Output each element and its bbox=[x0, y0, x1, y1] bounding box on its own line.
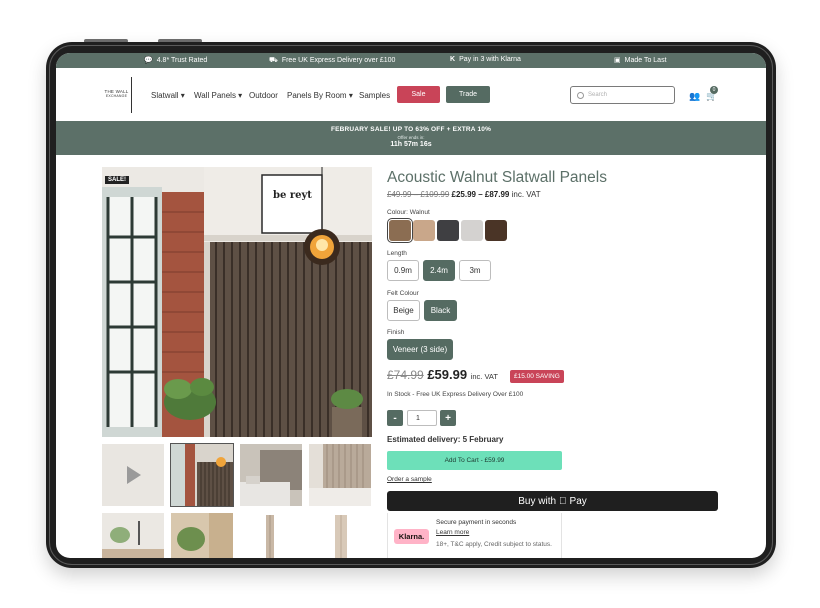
nav-panels-by-room[interactable]: Panels By Room ▾ bbox=[287, 91, 353, 100]
trade-button[interactable]: Trade bbox=[446, 86, 490, 103]
add-to-cart-button[interactable]: Add To Cart - £59.99 bbox=[387, 451, 562, 470]
cart-count-badge: 0 bbox=[710, 86, 718, 94]
nav-slatwall[interactable]: Slatwall ▾ bbox=[151, 91, 185, 100]
thumbnail-3[interactable] bbox=[240, 444, 302, 506]
uk-flag-icon: ▣ bbox=[614, 57, 621, 64]
swatch-oak[interactable] bbox=[413, 220, 435, 241]
quantity-input[interactable]: 1 bbox=[407, 410, 437, 426]
felt-label: Felt Colour bbox=[387, 290, 419, 297]
klarna-k-icon: K bbox=[450, 56, 456, 63]
swatch-dark-walnut[interactable] bbox=[485, 220, 507, 241]
price-range: £49.99 – £109.99 £25.99 – £87.99 inc. VA… bbox=[387, 190, 541, 199]
klarna-secure-text: Secure payment in seconds bbox=[436, 519, 517, 526]
apple-pay-button[interactable]: Buy with  Pay bbox=[387, 491, 718, 511]
felt-option-beige[interactable]: Beige bbox=[387, 300, 420, 321]
klarna-info[interactable]: K Pay in 3 with Klarna bbox=[450, 56, 521, 63]
klarna-learn-more-link[interactable]: Learn more bbox=[436, 529, 469, 536]
quantity-decrease-button[interactable]: - bbox=[387, 410, 403, 426]
trust-rating[interactable]: 💬 4.8* Trust Rated bbox=[144, 56, 207, 65]
delivery-info[interactable]: ⛟ Free UK Express Delivery over £100 bbox=[269, 56, 395, 65]
length-label: Length bbox=[387, 250, 407, 257]
thumbnail-video[interactable] bbox=[102, 444, 164, 506]
product-title: Acoustic Walnut Slatwall Panels bbox=[387, 169, 607, 186]
length-option-3m[interactable]: 3m bbox=[459, 260, 491, 281]
saving-badge: £15.00 SAVING bbox=[510, 370, 564, 383]
promo-sub: Offer ends in: bbox=[397, 135, 425, 140]
promo-timer: 11h 57m 16s bbox=[390, 141, 432, 148]
finish-option-veneer[interactable]: Veneer (3 side) bbox=[387, 339, 453, 360]
length-option-2-4m[interactable]: 2.4m bbox=[423, 260, 455, 281]
felt-option-black[interactable]: Black bbox=[424, 300, 457, 321]
promo-banner: FEBRUARY SALE! UP TO 63% OFF + EXTRA 10%… bbox=[56, 121, 766, 155]
site-logo[interactable]: THE WALL EXCHANGE bbox=[102, 77, 132, 113]
screen: 💬 4.8* Trust Rated ⛟ Free UK Express Del… bbox=[56, 53, 766, 558]
length-option-0-9m[interactable]: 0.9m bbox=[387, 260, 419, 281]
thumbnail-8[interactable] bbox=[309, 513, 371, 558]
truck-icon: ⛟ bbox=[269, 57, 278, 64]
nav-samples[interactable]: Samples bbox=[359, 91, 390, 100]
promo-headline: FEBRUARY SALE! UP TO 63% OFF + EXTRA 10% bbox=[330, 126, 492, 133]
thumbnail-2[interactable] bbox=[170, 443, 234, 507]
swatch-white[interactable] bbox=[461, 220, 483, 241]
poster-text: be reyt bbox=[273, 190, 312, 201]
klarna-logo: Klarna. bbox=[394, 529, 429, 544]
swatch-walnut[interactable] bbox=[387, 218, 413, 243]
klarna-terms: 18+, T&C apply, Credit subject to status… bbox=[436, 541, 552, 548]
estimated-delivery: Estimated delivery: 5 February bbox=[387, 435, 504, 444]
room-scene bbox=[102, 167, 372, 437]
account-icon[interactable]: 👥 bbox=[689, 91, 700, 102]
thumbnail-7[interactable] bbox=[240, 513, 302, 558]
play-icon bbox=[127, 466, 141, 484]
current-price: £74.99 £59.99 inc. VAT bbox=[387, 367, 498, 382]
finish-label: Finish bbox=[387, 329, 405, 336]
top-info-bar: 💬 4.8* Trust Rated ⛟ Free UK Express Del… bbox=[56, 53, 766, 68]
sale-tag: SALE! bbox=[105, 176, 129, 184]
main-product-image[interactable]: be reyt SALE! bbox=[102, 167, 372, 437]
thumbnail-6[interactable] bbox=[171, 513, 233, 558]
search-icon bbox=[577, 91, 584, 99]
order-sample-link[interactable]: Order a sample bbox=[387, 476, 432, 483]
apple-icon:  bbox=[559, 496, 567, 507]
thumbnail-5[interactable] bbox=[102, 513, 164, 558]
colour-label: Colour: Walnut bbox=[387, 209, 430, 216]
search-input[interactable]: Search bbox=[570, 86, 675, 104]
nav-wall-panels[interactable]: Wall Panels ▾ bbox=[194, 91, 242, 100]
quantity-increase-button[interactable]: + bbox=[440, 410, 456, 426]
nav-outdoor[interactable]: Outdoor bbox=[249, 91, 278, 100]
thumbnail-4[interactable] bbox=[309, 444, 371, 506]
chat-icon: 💬 bbox=[144, 57, 153, 64]
klarna-panel: Klarna. Secure payment in seconds Learn … bbox=[387, 513, 562, 558]
swatch-black[interactable] bbox=[437, 220, 459, 241]
stock-status: In Stock - Free UK Express Delivery Over… bbox=[387, 391, 524, 398]
sale-button[interactable]: Sale bbox=[397, 86, 440, 103]
site-header: THE WALL EXCHANGE Slatwall ▾ Wall Panels… bbox=[56, 68, 766, 121]
made-to-last[interactable]: ▣ Made To Last bbox=[614, 56, 667, 65]
